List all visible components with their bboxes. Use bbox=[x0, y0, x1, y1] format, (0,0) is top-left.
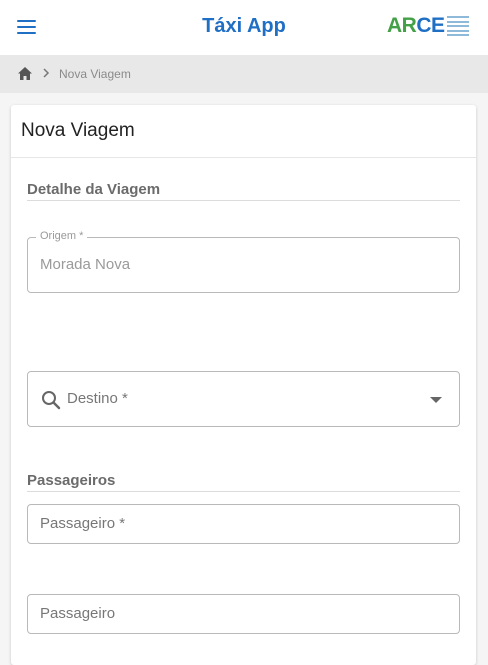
breadcrumb: Nova Viagem bbox=[0, 55, 488, 93]
passenger-field-2[interactable]: Passageiro bbox=[27, 594, 460, 634]
logo-subtitle-lines bbox=[447, 16, 475, 39]
breadcrumb-current: Nova Viagem bbox=[59, 67, 131, 81]
destination-select[interactable]: Destino * bbox=[27, 371, 460, 427]
destination-placeholder: Destino * bbox=[67, 390, 128, 407]
search-icon bbox=[42, 391, 61, 410]
card-title: Nova Viagem bbox=[21, 120, 135, 141]
card-divider bbox=[11, 157, 476, 158]
origin-label: Origem * bbox=[36, 230, 88, 242]
passenger-field-1[interactable]: Passageiro * bbox=[27, 504, 460, 544]
origin-value: Morada Nova bbox=[40, 256, 131, 273]
passengers-divider bbox=[27, 491, 460, 492]
origin-field[interactable]: Origem * Morada Nova bbox=[27, 230, 460, 293]
passenger-2-placeholder: Passageiro bbox=[40, 605, 116, 622]
new-trip-card: Nova Viagem Detalhe da Viagem Origem * M… bbox=[11, 105, 476, 665]
logo-text-part1: AR bbox=[387, 14, 417, 37]
chevron-right-icon bbox=[43, 68, 50, 78]
home-icon[interactable] bbox=[18, 67, 32, 80]
arce-logo: ARCE bbox=[387, 14, 475, 38]
passenger-1-placeholder: Passageiro * bbox=[40, 515, 126, 532]
top-app-bar: Táxi App ARCE bbox=[0, 0, 488, 55]
caret-down-icon[interactable] bbox=[430, 397, 442, 404]
trip-details-divider bbox=[27, 200, 460, 201]
logo-text-part2: CE bbox=[416, 14, 445, 37]
trip-details-heading: Detalhe da Viagem bbox=[27, 181, 161, 198]
passengers-heading: Passageiros bbox=[27, 472, 116, 489]
